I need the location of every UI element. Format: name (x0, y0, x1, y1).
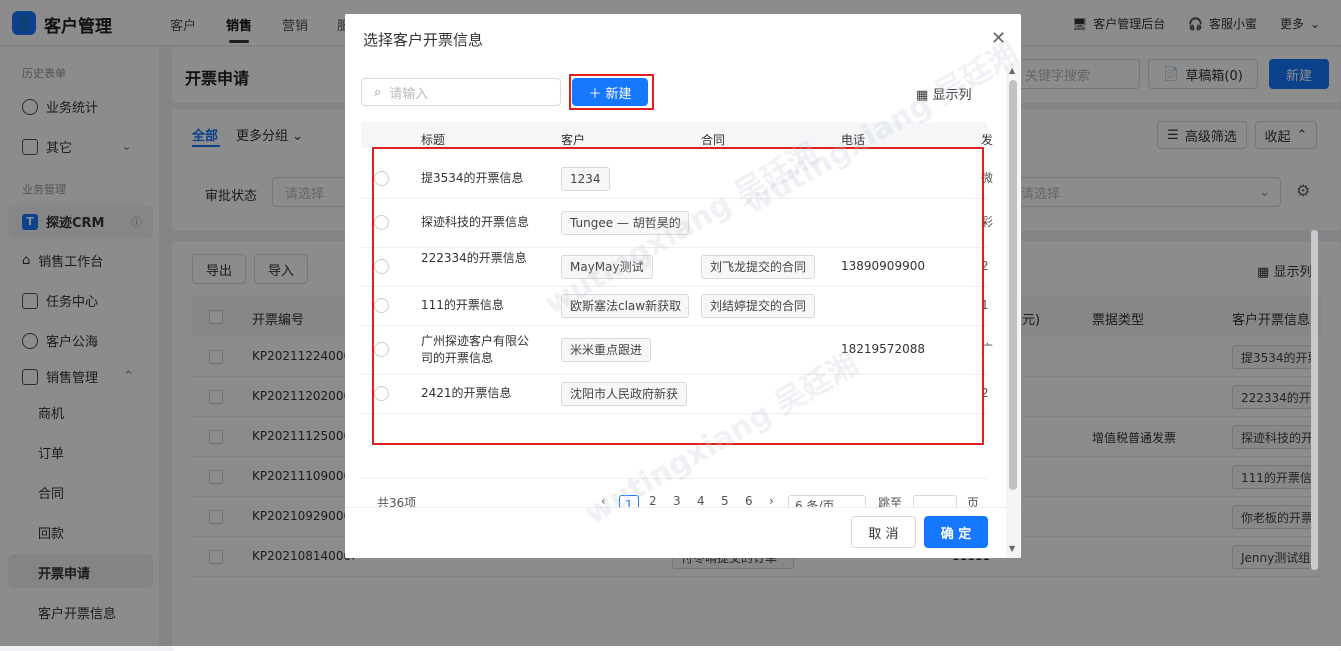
cancel-button[interactable]: 取 消 (851, 516, 916, 548)
modal-footer (345, 507, 1021, 558)
scroll-up-icon[interactable]: ▲ (1009, 66, 1015, 75)
modal-scrollbar-thumb[interactable] (1009, 80, 1017, 490)
rows-highlight (372, 147, 984, 445)
modal-show-columns-label: 显示列 (932, 88, 972, 103)
page-3[interactable]: 3 (673, 494, 681, 508)
modal-show-columns[interactable]: ▦ 显示列 (916, 84, 971, 103)
modal-search-placeholder: 请输入 (389, 86, 429, 102)
next-page-icon[interactable]: › (769, 494, 774, 508)
modal-table-header (361, 122, 987, 148)
modal-title: 选择客户开票信息 (363, 31, 484, 49)
prev-page-icon[interactable]: ‹ (601, 494, 606, 508)
pagination-divider (361, 478, 987, 479)
page-scrollbar-thumb[interactable] (1311, 230, 1318, 570)
page-6[interactable]: 6 (745, 494, 753, 508)
modal-search-input[interactable]: ⌕ 请输入 (361, 78, 561, 106)
scroll-down-icon[interactable]: ▼ (1009, 544, 1015, 553)
search-icon: ⌕ (374, 84, 382, 100)
columns-icon: ▦ (916, 88, 929, 103)
close-icon[interactable]: ✕ (991, 28, 1006, 49)
select-invoice-info-modal: 选择客户开票信息 ✕ ⌕ 请输入 ＋新建 ▦ 显示列 标题 客户 合同 电话 发 … (345, 14, 1021, 558)
page-4[interactable]: 4 (697, 494, 705, 508)
new-button-highlight (569, 74, 654, 110)
page-5[interactable]: 5 (721, 494, 729, 508)
page-2[interactable]: 2 (649, 494, 657, 508)
confirm-button[interactable]: 确 定 (924, 516, 988, 548)
